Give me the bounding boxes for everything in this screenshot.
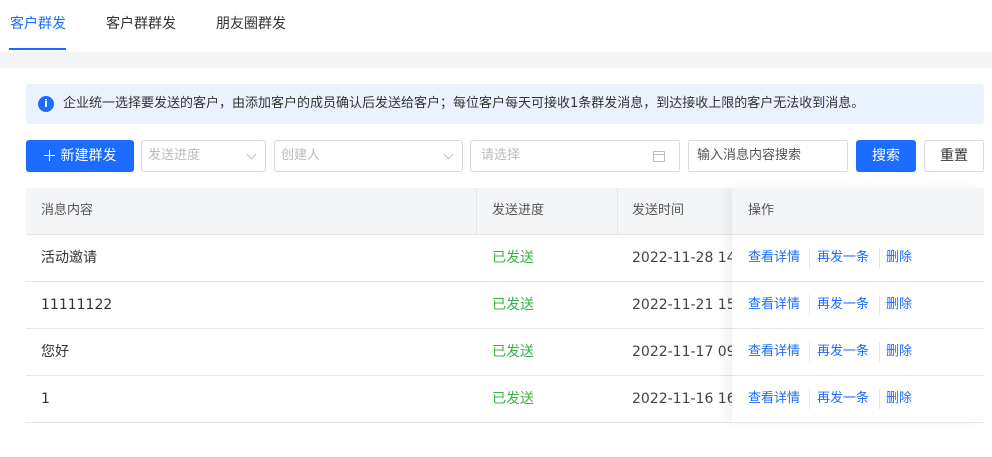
action-divider: [809, 248, 810, 268]
chevron-down-icon: [443, 149, 454, 160]
plus-icon: [43, 150, 55, 161]
action-divider: [879, 295, 880, 315]
tab-moments-mass-send[interactable]: 朋友圈群发: [216, 0, 286, 52]
main-content: i 企业统一选择要发送的客户，由添加客户的成员确认后发送给客户；每位客户每天可接…: [0, 68, 992, 457]
delete-link[interactable]: 删除: [886, 329, 912, 375]
section-divider: [0, 52, 992, 68]
actions-column: 操作 查看详情 再发一条 删除 查看详情 再发一条 删除 查看详情 再发一条 删…: [732, 188, 984, 423]
actions-row: 查看详情 再发一条 删除: [732, 282, 984, 329]
send-time: 2022-11-21 15:: [632, 297, 734, 313]
tab-group-mass-send[interactable]: 客户群群发: [106, 0, 176, 52]
resend-link[interactable]: 再发一条: [817, 376, 869, 422]
action-divider: [879, 248, 880, 268]
progress-select-placeholder: 发送进度: [148, 148, 201, 163]
send-time: 2022-11-28 14:: [632, 250, 734, 266]
action-divider: [879, 389, 880, 409]
search-input-placeholder: 输入消息内容搜索: [697, 148, 802, 163]
action-divider: [809, 389, 810, 409]
send-status: 已发送: [492, 297, 534, 313]
actions-row: 查看详情 再发一条 删除: [732, 376, 984, 423]
action-divider: [879, 342, 880, 362]
delete-link[interactable]: 删除: [886, 235, 912, 281]
actions-column-header: 操作: [732, 188, 984, 235]
column-divider: [476, 188, 477, 234]
column-divider: [617, 188, 618, 234]
creator-select-placeholder: 创建人: [281, 148, 321, 163]
resend-link[interactable]: 再发一条: [817, 235, 869, 281]
view-details-link[interactable]: 查看详情: [748, 235, 800, 281]
notice-text: 企业统一选择要发送的客户，由添加客户的成员确认后发送给客户；每位客户每天可接收1…: [63, 96, 865, 111]
column-header-progress: 发送进度: [492, 203, 545, 218]
resend-link[interactable]: 再发一条: [817, 329, 869, 375]
message-content: 11111122: [41, 297, 113, 313]
send-time: 2022-11-17 09:: [632, 344, 734, 360]
action-divider: [809, 295, 810, 315]
progress-select[interactable]: 发送进度: [141, 140, 266, 172]
search-button[interactable]: 搜索: [856, 140, 916, 172]
creator-select[interactable]: 创建人: [274, 140, 463, 172]
send-status: 已发送: [492, 391, 534, 407]
view-details-link[interactable]: 查看详情: [748, 376, 800, 422]
send-status: 已发送: [492, 250, 534, 266]
message-content: 活动邀请: [41, 250, 97, 266]
message-content: 1: [41, 391, 50, 407]
send-status: 已发送: [492, 344, 534, 360]
reset-button[interactable]: 重置: [924, 140, 984, 172]
notice-banner: i 企业统一选择要发送的客户，由添加客户的成员确认后发送给客户；每位客户每天可接…: [26, 84, 984, 124]
actions-row: 查看详情 再发一条 删除: [732, 235, 984, 282]
active-tab-indicator: [9, 48, 66, 50]
mass-send-table: 消息内容 发送进度 发送时间 活动邀请 已发送 2022-11-28 14: 1…: [26, 188, 984, 423]
column-header-content: 消息内容: [41, 203, 94, 218]
calendar-icon: [653, 151, 665, 162]
view-details-link[interactable]: 查看详情: [748, 329, 800, 375]
tab-bar: 客户群发 客户群群发 朋友圈群发: [0, 0, 992, 52]
delete-link[interactable]: 删除: [886, 282, 912, 328]
view-details-link[interactable]: 查看详情: [748, 282, 800, 328]
actions-row: 查看详情 再发一条 删除: [732, 329, 984, 376]
column-header-time: 发送时间: [632, 203, 685, 218]
new-mass-send-label: 新建群发: [60, 148, 117, 164]
search-input[interactable]: 输入消息内容搜索: [688, 140, 848, 172]
new-mass-send-button[interactable]: 新建群发: [26, 140, 134, 172]
delete-link[interactable]: 删除: [886, 376, 912, 422]
action-divider: [809, 342, 810, 362]
chevron-down-icon: [246, 149, 257, 160]
info-icon: i: [38, 96, 54, 112]
send-time: 2022-11-16 16:: [632, 391, 734, 407]
date-picker[interactable]: 请选择: [470, 140, 680, 172]
column-header-actions: 操作: [748, 203, 775, 218]
date-picker-placeholder: 请选择: [481, 148, 521, 163]
resend-link[interactable]: 再发一条: [817, 282, 869, 328]
message-content: 您好: [41, 344, 69, 360]
tab-customer-mass-send[interactable]: 客户群发: [10, 0, 66, 52]
